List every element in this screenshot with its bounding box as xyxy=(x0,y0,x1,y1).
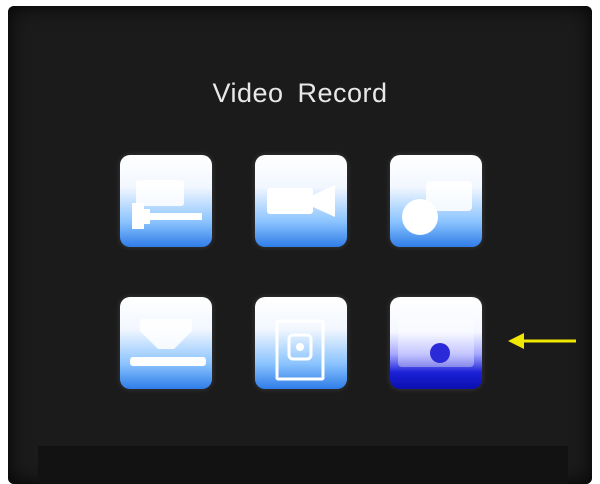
bottom-status-bar xyxy=(38,446,568,484)
menu-item-snapshot[interactable] xyxy=(390,155,482,247)
download-icon xyxy=(130,319,206,366)
camera-lens-icon xyxy=(402,181,472,235)
screen-title: Video Record xyxy=(212,78,388,108)
pointer-arrow-icon xyxy=(508,333,576,349)
menu-item-record[interactable] xyxy=(390,297,482,389)
menu-item-storage[interactable] xyxy=(255,297,347,389)
wrench-icon xyxy=(132,180,202,229)
menu-item-download[interactable] xyxy=(120,297,212,389)
menu-item-video-camera[interactable] xyxy=(255,155,347,247)
video-camera-icon xyxy=(267,185,335,217)
memory-card-icon xyxy=(275,319,325,381)
menu-item-settings[interactable] xyxy=(120,155,212,247)
record-dot-icon xyxy=(398,319,474,367)
